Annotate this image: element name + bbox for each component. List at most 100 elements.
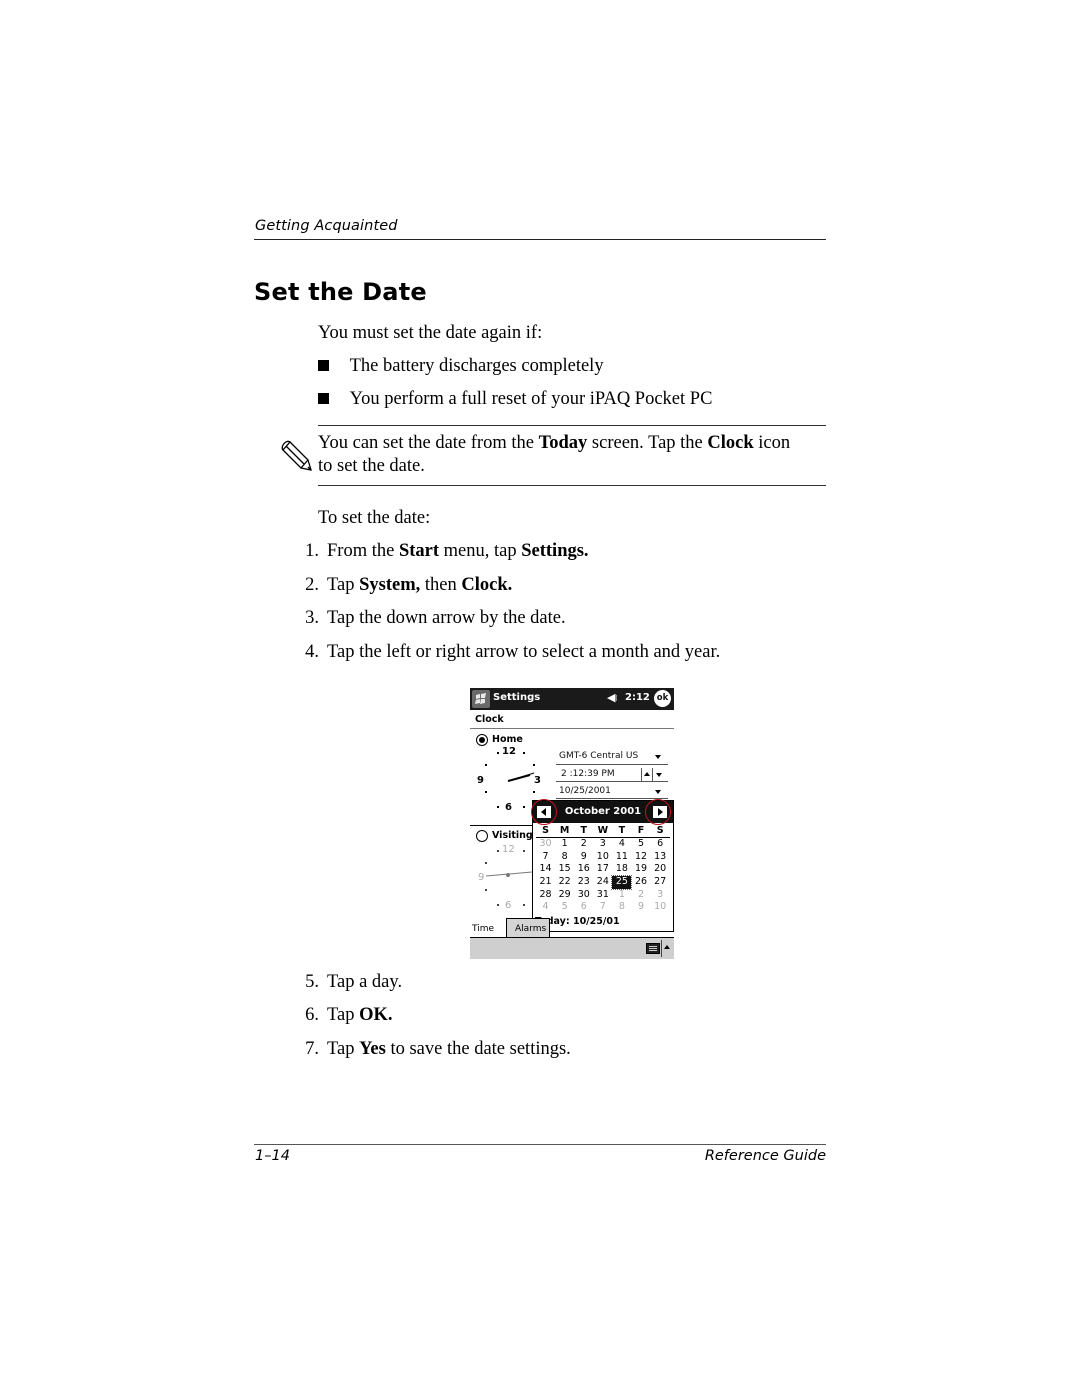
- calendar-weekday: S: [656, 825, 664, 836]
- step-number: 4.: [305, 642, 319, 662]
- calendar-day[interactable]: 20: [651, 863, 670, 876]
- calendar-day[interactable]: 8: [555, 851, 574, 864]
- calendar-day[interactable]: 26: [631, 876, 650, 889]
- calendar-day[interactable]: 3: [593, 838, 612, 851]
- highlight-circle-prev: [531, 799, 557, 825]
- home-radio-label[interactable]: Home: [492, 734, 523, 745]
- calendar-day[interactable]: 19: [631, 863, 650, 876]
- calendar-day[interactable]: 1: [612, 889, 631, 902]
- calendar-grid: S M T W T F S 30 1 2 3 4 5 6 7 8 9 10 11 12 13 14 15 16 17 18 19 20…: [536, 825, 670, 914]
- calendar-day[interactable]: 1: [555, 838, 574, 851]
- step-item: 7. Tap Yes to save the date settings.: [297, 1038, 571, 1060]
- step-item: 6. Tap OK.: [297, 1004, 392, 1026]
- calendar-day[interactable]: 30: [536, 838, 555, 851]
- step-number: 2.: [305, 575, 319, 595]
- calendar-weekday: S: [542, 825, 549, 836]
- timezone-select[interactable]: GMT-6 Central US: [559, 751, 638, 761]
- calendar-day[interactable]: 8: [612, 901, 631, 914]
- ppc-titlebar: Settings ◀︎⦚ 2:12 ok: [470, 688, 674, 710]
- step-number: 5.: [305, 972, 319, 992]
- calendar-day[interactable]: 24: [593, 876, 612, 889]
- calendar-day[interactable]: 2: [574, 838, 593, 851]
- tab-alarms[interactable]: Alarms: [506, 918, 550, 937]
- calendar-day[interactable]: 6: [651, 838, 670, 851]
- calendar-day[interactable]: 27: [651, 876, 670, 889]
- calendar-day[interactable]: 4: [612, 838, 631, 851]
- calendar-weekday: M: [559, 825, 570, 836]
- header-rule: [254, 239, 826, 240]
- highlight-circle-next: [645, 799, 671, 825]
- ppc-menubar: [470, 938, 674, 959]
- calendar-day[interactable]: 17: [593, 863, 612, 876]
- calendar-day[interactable]: 14: [536, 863, 555, 876]
- calendar-day[interactable]: 30: [574, 889, 593, 902]
- calendar-day[interactable]: 21: [536, 876, 555, 889]
- note-today-term: Today: [538, 433, 588, 453]
- calendar-day[interactable]: 5: [555, 901, 574, 914]
- date-field[interactable]: 10/25/2001: [559, 786, 611, 796]
- bullet-item: The battery discharges completely: [318, 355, 604, 377]
- calendar-day[interactable]: 23: [574, 876, 593, 889]
- calendar-day[interactable]: 12: [631, 851, 650, 864]
- calendar-day[interactable]: 11: [612, 851, 631, 864]
- sip-divider: [661, 940, 662, 957]
- calendar-day[interactable]: 15: [555, 863, 574, 876]
- speaker-icon[interactable]: ◀︎⦚: [607, 691, 617, 704]
- calendar-week-row: 4 5 6 7 8 9 10: [536, 901, 670, 914]
- tab-time[interactable]: Time: [472, 924, 494, 934]
- timezone-dropdown-arrow-icon[interactable]: [655, 755, 661, 759]
- time-down-arrow-icon[interactable]: [656, 773, 662, 777]
- calendar-day[interactable]: 16: [574, 863, 593, 876]
- step-number: 3.: [305, 608, 319, 628]
- note-rule-top: [318, 425, 826, 426]
- calendar-day[interactable]: 18: [612, 863, 631, 876]
- bullet-square-icon: [318, 393, 329, 404]
- time-up-arrow-icon[interactable]: [644, 772, 650, 776]
- ppc-clock-time[interactable]: 2:12: [625, 692, 650, 703]
- time-field[interactable]: 2 :12:39 PM: [561, 769, 615, 779]
- pencil-note-icon: [281, 440, 312, 471]
- calendar-day[interactable]: 5: [631, 838, 650, 851]
- calendar-day[interactable]: 7: [593, 901, 612, 914]
- visiting-radio[interactable]: [476, 830, 488, 842]
- calendar-day[interactable]: 22: [555, 876, 574, 889]
- calendar-day[interactable]: 10: [651, 901, 670, 914]
- sip-up-arrow-icon[interactable]: [664, 945, 670, 949]
- windows-start-icon[interactable]: [472, 690, 490, 708]
- step-number: 7.: [305, 1039, 319, 1059]
- intro-text: You must set the date again if:: [318, 323, 543, 343]
- calendar-day[interactable]: 9: [574, 851, 593, 864]
- visiting-radio-label[interactable]: Visiting: [492, 830, 533, 841]
- step-item: 1. From the Start menu, tap Settings.: [297, 540, 588, 562]
- bullet-square-icon: [318, 360, 329, 371]
- home-radio[interactable]: [476, 734, 488, 746]
- calendar-weekday: T: [580, 825, 587, 836]
- calendar-day[interactable]: 2: [631, 889, 650, 902]
- calendar-day[interactable]: 4: [536, 901, 555, 914]
- step-item: 5. Tap a day.: [297, 971, 402, 993]
- calendar-week-row: 30 1 2 3 4 5 6: [536, 838, 670, 851]
- radio-selected-dot: [479, 737, 485, 743]
- note-clock-term: Clock: [707, 433, 754, 453]
- date-dropdown-arrow-icon[interactable]: [655, 790, 661, 794]
- calendar-day[interactable]: 25: [611, 875, 633, 890]
- calendar-week-row: 14 15 16 17 18 19 20: [536, 863, 670, 876]
- note-text: You can set the date from the Today scre…: [318, 433, 791, 476]
- calendar-day[interactable]: 28: [536, 889, 555, 902]
- running-header: Getting Acquainted: [255, 218, 398, 234]
- calendar-day[interactable]: 10: [593, 851, 612, 864]
- calendar-day[interactable]: 9: [631, 901, 650, 914]
- calendar-day[interactable]: 7: [536, 851, 555, 864]
- ppc-window-title: Settings: [493, 692, 541, 703]
- calendar-day[interactable]: 31: [593, 889, 612, 902]
- calendar-day[interactable]: 3: [651, 889, 670, 902]
- page-title: Set the Date: [254, 278, 427, 306]
- ok-button[interactable]: ok: [654, 690, 671, 707]
- calendar-day[interactable]: 29: [555, 889, 574, 902]
- calendar-weekday-row: SMTWTFS: [536, 825, 670, 838]
- calendar-day[interactable]: 13: [651, 851, 670, 864]
- clock-hands: [485, 871, 533, 877]
- calendar-day[interactable]: 6: [574, 901, 593, 914]
- step-item: 4. Tap the left or right arrow to select …: [297, 641, 720, 663]
- keyboard-icon[interactable]: [646, 943, 660, 954]
